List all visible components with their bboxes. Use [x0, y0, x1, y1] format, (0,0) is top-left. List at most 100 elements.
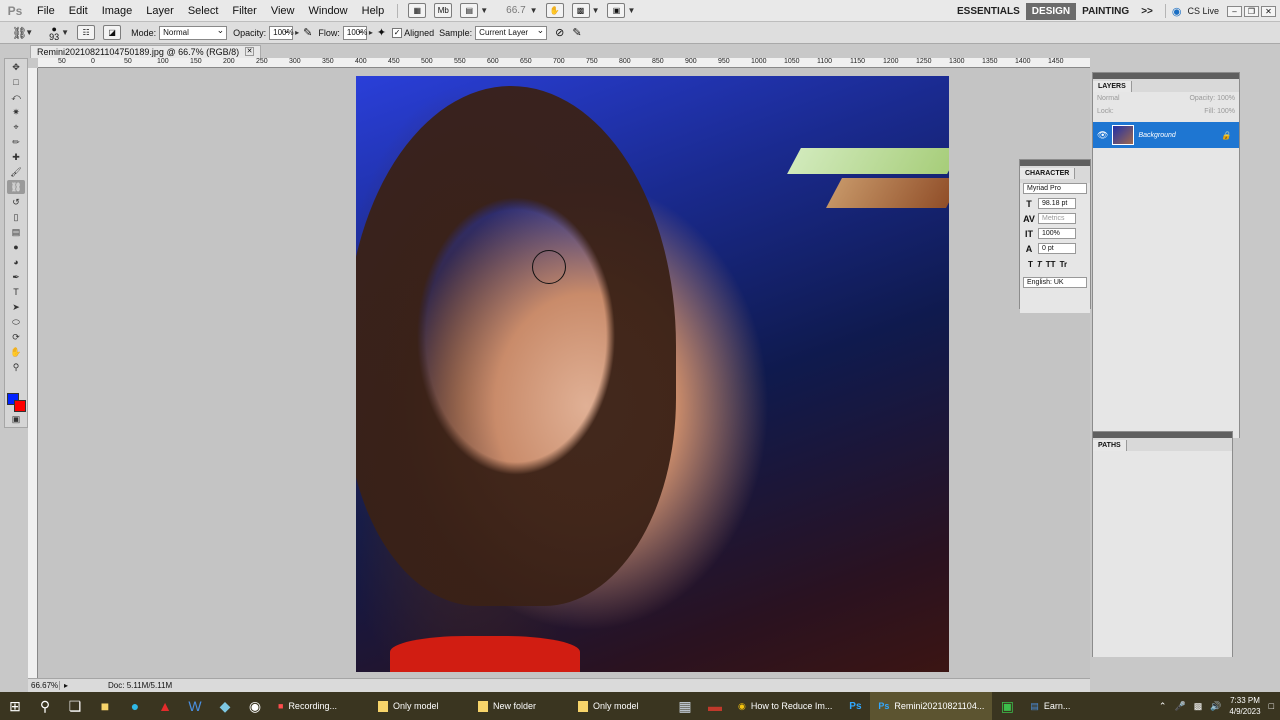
photoshop-taskbar-icon[interactable]: Ps	[840, 692, 870, 720]
chevron-down-icon[interactable]: ▼	[627, 6, 635, 15]
taskbar-item-chrome[interactable]: ◉ How to Reduce Im...	[730, 692, 840, 720]
character-panel-tab[interactable]: CHARACTER	[1020, 168, 1076, 179]
fill-input[interactable]: 100%	[1217, 108, 1235, 115]
chevron-up-icon[interactable]: ⌃	[1159, 701, 1167, 712]
chevron-right-icon[interactable]: ▸	[295, 28, 299, 37]
sample-select[interactable]: Current Layer	[475, 24, 548, 40]
all-caps-button[interactable]: TT	[1046, 260, 1056, 269]
hand-tool-icon[interactable]: ✋	[7, 345, 25, 359]
menu-image[interactable]: Image	[95, 0, 140, 22]
layer-row-background[interactable]: 👁 Background 🔒	[1093, 122, 1239, 148]
layer-name[interactable]: Background	[1138, 132, 1175, 139]
menu-file[interactable]: File	[30, 0, 62, 22]
background-color-swatch[interactable]	[14, 400, 26, 412]
clone-source-panel-icon[interactable]: ◪	[103, 25, 122, 40]
faux-bold-button[interactable]: T	[1028, 260, 1033, 269]
workspace-essentials[interactable]: ESSENTIALS	[951, 3, 1026, 20]
chevron-down-icon[interactable]: ▼	[530, 6, 538, 15]
opacity-input[interactable]: 100%	[269, 24, 294, 40]
tablet-pressure-size-icon[interactable]: ✎	[572, 26, 581, 39]
chevron-down-icon[interactable]: ▼	[480, 6, 488, 15]
workspace-design[interactable]: DESIGN	[1025, 2, 1077, 20]
volume-icon[interactable]: 🔊	[1210, 701, 1221, 712]
panel-titlebar[interactable]	[1093, 73, 1239, 79]
app-icon[interactable]: ◆	[210, 692, 240, 720]
taskbar-item-photoshop-document[interactable]: Ps Remini20210821104...	[870, 692, 993, 720]
ignore-adjustment-layers-icon[interactable]: ⊘	[555, 26, 564, 39]
file-explorer-icon[interactable]: ■	[90, 692, 120, 720]
spot-healing-tool-icon[interactable]: ✚	[7, 150, 25, 164]
restore-icon[interactable]: ❐	[1244, 5, 1259, 17]
network-icon[interactable]: ▩	[1194, 701, 1203, 712]
brush-preset-picker[interactable]: ● 93	[49, 24, 59, 41]
view-extras-icon[interactable]: ▤	[460, 3, 479, 18]
crop-tool-icon[interactable]: ⌖	[7, 120, 25, 134]
minimize-icon[interactable]: –	[1227, 5, 1242, 17]
menu-edit[interactable]: Edit	[62, 0, 95, 22]
menu-view[interactable]: View	[264, 0, 302, 22]
launch-bridge-icon[interactable]: ▦	[408, 3, 427, 18]
panel-titlebar[interactable]	[1093, 432, 1232, 438]
layers-panel-tab[interactable]: LAYERS	[1093, 81, 1132, 92]
status-menu-icon[interactable]: ▸	[64, 681, 68, 690]
history-brush-tool-icon[interactable]: ↺	[7, 195, 25, 209]
menu-window[interactable]: Window	[302, 0, 355, 22]
chevron-down-icon[interactable]: ▼	[61, 28, 69, 37]
more-workspaces-button[interactable]: >>	[1135, 3, 1159, 20]
windows-start-icon[interactable]: ⊞	[0, 692, 30, 720]
menu-select[interactable]: Select	[181, 0, 226, 22]
zoom-tool-icon[interactable]: ⚲	[7, 360, 25, 374]
app-red-icon[interactable]: ▬	[700, 692, 730, 720]
mode-select[interactable]: Normal	[159, 24, 228, 40]
clone-stamp-tool-icon[interactable]: ⛓	[7, 180, 25, 194]
zoom-status-field[interactable]: 66.67%	[28, 681, 60, 690]
3d-rotate-tool-icon[interactable]: ⟳	[7, 330, 25, 344]
hand-tool-icon[interactable]: ✋	[545, 3, 564, 18]
menu-filter[interactable]: Filter	[225, 0, 263, 22]
quick-selection-tool-icon[interactable]: ✷	[7, 105, 25, 119]
font-family-select[interactable]: Myriad Pro	[1023, 183, 1087, 194]
layer-opacity-input[interactable]: 100%	[1217, 95, 1235, 102]
marquee-tool-icon[interactable]: □	[7, 75, 25, 89]
word-icon[interactable]: W	[180, 692, 210, 720]
clock[interactable]: 7:33 PM 4/9/2023	[1229, 695, 1260, 717]
eraser-tool-icon[interactable]: ▯	[7, 210, 25, 224]
path-selection-tool-icon[interactable]: ➤	[7, 300, 25, 314]
baseline-shift-input[interactable]: 0 pt	[1038, 243, 1076, 254]
microphone-icon[interactable]: 🎤	[1174, 701, 1185, 712]
search-icon[interactable]: ⚲	[30, 692, 60, 720]
airbrush-icon[interactable]: ✦	[377, 26, 386, 39]
taskbar-item-document[interactable]: ▤ Earn...	[1022, 692, 1082, 720]
lasso-tool-icon[interactable]: ⤺	[7, 90, 25, 104]
close-icon[interactable]: ✕	[245, 47, 255, 56]
task-view-icon[interactable]: ❏	[60, 692, 90, 720]
brush-tool-icon[interactable]: 🖌	[7, 165, 25, 179]
workspace-painting[interactable]: PAINTING	[1076, 3, 1135, 20]
edge-icon[interactable]: ●	[120, 692, 150, 720]
eye-icon[interactable]: 👁	[1097, 130, 1108, 141]
cs-live-button[interactable]: CS Live	[1181, 3, 1225, 19]
small-caps-button[interactable]: Tr	[1060, 260, 1068, 269]
taskbar-item-only-model[interactable]: Only model	[370, 692, 470, 720]
notifications-icon[interactable]: □	[1269, 701, 1274, 711]
taskbar-item-recording[interactable]: ■ Recording...	[270, 692, 370, 720]
vertical-scale-input[interactable]: 100%	[1038, 228, 1076, 239]
chevron-right-icon[interactable]: ▸	[369, 28, 373, 37]
document-image[interactable]	[356, 76, 949, 672]
shape-tool-icon[interactable]: ⬭	[7, 315, 25, 329]
paths-panel-tab[interactable]: PATHS	[1093, 440, 1127, 451]
canvas-area[interactable]	[38, 68, 1090, 678]
eyedropper-tool-icon[interactable]: ✏	[7, 135, 25, 149]
aligned-checkbox[interactable]: ✓	[392, 27, 403, 38]
blur-tool-icon[interactable]: ●	[7, 240, 25, 254]
mini-bridge-icon[interactable]: Mb	[434, 3, 453, 18]
font-size-input[interactable]: 98.18 pt	[1038, 198, 1076, 209]
acrobat-icon[interactable]: ▲	[150, 692, 180, 720]
chat-icon[interactable]: ◉	[240, 692, 270, 720]
blend-mode-select[interactable]: Normal	[1097, 95, 1120, 102]
document-tab[interactable]: Remini20210821104750189.jpg @ 66.7% (RGB…	[30, 45, 262, 58]
menu-layer[interactable]: Layer	[139, 0, 181, 22]
chevron-down-icon[interactable]: ▼	[592, 6, 600, 15]
close-icon[interactable]: ✕	[1261, 5, 1276, 17]
camtasia-icon[interactable]: ▣	[992, 692, 1022, 720]
